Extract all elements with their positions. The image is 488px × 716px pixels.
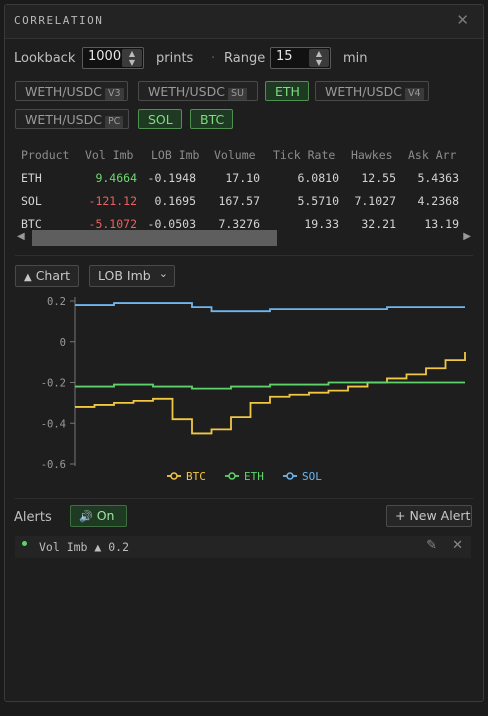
chip-btc[interactable]: BTC: [190, 109, 233, 129]
correlation-panel: CORRELATION ✕ Lookback 1000 ▲ ▼ prints · …: [4, 4, 484, 702]
legend-label-sol: SOL: [302, 470, 322, 483]
speaker-icon: 🔊: [79, 510, 93, 523]
chip-weth-usdc-v3[interactable]: WETH/USDC V3: [15, 81, 128, 101]
chip-weth-usdc-v4[interactable]: WETH/USDC V4: [315, 81, 429, 101]
metric-select[interactable]: LOB Imb ⌄: [89, 265, 175, 287]
range-input[interactable]: 15 ▲ ▼: [270, 47, 331, 69]
table-horizontal-scrollbar[interactable]: ◀ ▶: [15, 230, 473, 246]
cell-volume: 7.3276: [218, 217, 260, 231]
cell-vol-imb: -5.1072: [88, 217, 137, 231]
lookback-label: Lookback: [14, 51, 76, 66]
cell-ask-arr: 5.4363: [417, 171, 459, 185]
cell-hawkes: 7.1027: [354, 194, 396, 208]
y-tick-label: 0.2: [47, 296, 66, 308]
chart-button-label: Chart: [35, 268, 71, 283]
cell-lob-imb: 0.1695: [154, 194, 196, 208]
cell-ask-arr: 13.19: [424, 217, 459, 231]
column-header[interactable]: Vol Imb: [85, 148, 133, 162]
divider: [15, 498, 473, 499]
y-tick-label: 0: [60, 337, 66, 349]
pencil-icon[interactable]: ✎: [426, 538, 437, 553]
alert-text: Vol Imb ▲ 0.2: [39, 540, 130, 554]
table-header-row: Product Vol Imb LOB Imb Volume Tick Rate…: [15, 144, 473, 167]
legend-label-btc: BTC: [186, 470, 206, 483]
range-label: Range: [224, 51, 266, 66]
min-label: min: [343, 51, 368, 66]
scroll-right-icon[interactable]: ▶: [463, 231, 471, 242]
triangle-up-icon: ▲: [24, 272, 32, 283]
column-header[interactable]: Tick Rate: [273, 148, 335, 162]
range-value: 15: [276, 49, 293, 64]
cell-tick-rate: 6.0810: [297, 171, 339, 185]
scrollbar-thumb[interactable]: [32, 230, 277, 246]
prints-label: prints: [156, 51, 194, 66]
close-icon[interactable]: ✕: [456, 13, 469, 28]
scroll-left-icon[interactable]: ◀: [17, 231, 25, 242]
column-header[interactable]: Hawkes: [351, 148, 393, 162]
cell-vol-imb: -121.12: [88, 194, 137, 208]
cell-tick-rate: 5.5710: [297, 194, 339, 208]
lob-imb-chart: 0.2 0 -0.2 -0.4 -0.6 BTC ETH SOL: [41, 296, 466, 483]
new-alert-button[interactable]: + New Alert: [386, 505, 472, 527]
cell-lob-imb: -0.1948: [147, 171, 196, 185]
cell-hawkes: 32.21: [361, 217, 396, 231]
chip-eth[interactable]: ETH: [265, 81, 309, 101]
alert-item: Vol Imb ▲ 0.2 ✎ ✕: [15, 536, 471, 558]
metrics-table: Product Vol Imb LOB Imb Volume Tick Rate…: [15, 144, 473, 236]
divider: [15, 255, 473, 256]
legend-marker-sol: [286, 472, 294, 480]
status-dot-icon: [22, 541, 27, 546]
alerts-toggle[interactable]: 🔊 On: [70, 505, 127, 527]
y-tick-label: -0.2: [41, 378, 66, 390]
column-header[interactable]: Volume: [214, 148, 256, 162]
cell-product: BTC: [21, 217, 42, 231]
legend-marker-eth: [228, 472, 236, 480]
y-tick-label: -0.6: [41, 459, 66, 471]
series-line-btc: [75, 351, 466, 435]
panel-title: CORRELATION: [14, 14, 104, 27]
cell-ask-arr: 4.2368: [417, 194, 459, 208]
chip-weth-usdc-su[interactable]: WETH/USDC SU: [138, 81, 258, 101]
column-header[interactable]: Ask Arr: [408, 148, 456, 162]
table-row: SOL -121.12 0.1695 167.57 5.5710 7.1027 …: [15, 190, 473, 213]
chip-sol[interactable]: SOL: [138, 109, 182, 129]
chevron-down-icon: ⌄: [158, 267, 168, 280]
chart-button[interactable]: ▲ Chart: [15, 265, 79, 287]
cell-product: ETH: [21, 171, 42, 185]
lookback-stepper[interactable]: ▲ ▼: [122, 49, 142, 67]
lookback-input[interactable]: 1000 ▲ ▼: [82, 47, 144, 69]
cell-volume: 17.10: [225, 171, 260, 185]
column-header[interactable]: Product: [21, 148, 69, 162]
legend-label-eth: ETH: [244, 470, 264, 483]
table-row: ETH 9.4664 -0.1948 17.10 6.0810 12.55 5.…: [15, 167, 473, 190]
series-line-eth: [75, 381, 465, 390]
alerts-toggle-label: On: [96, 508, 115, 523]
panel-header: CORRELATION ✕: [5, 5, 483, 39]
cell-lob-imb: -0.0503: [147, 217, 196, 231]
cell-hawkes: 12.55: [361, 171, 396, 185]
separator-dot: ·: [211, 51, 216, 66]
legend-marker-btc: [170, 472, 178, 480]
series-line-sol: [75, 302, 465, 313]
alerts-label: Alerts: [14, 510, 52, 525]
lookback-value: 1000: [88, 49, 122, 64]
column-header[interactable]: LOB Imb: [151, 148, 199, 162]
cell-volume: 167.57: [218, 194, 260, 208]
cell-tick-rate: 19.33: [304, 217, 339, 231]
range-stepper[interactable]: ▲ ▼: [309, 49, 329, 67]
metric-select-value: LOB Imb: [98, 268, 151, 283]
cell-vol-imb: 9.4664: [95, 171, 137, 185]
y-tick-label: -0.4: [41, 418, 66, 430]
delete-icon[interactable]: ✕: [452, 538, 463, 553]
chip-weth-usdc-pc[interactable]: WETH/USDC PC: [15, 109, 129, 129]
cell-product: SOL: [21, 194, 42, 208]
